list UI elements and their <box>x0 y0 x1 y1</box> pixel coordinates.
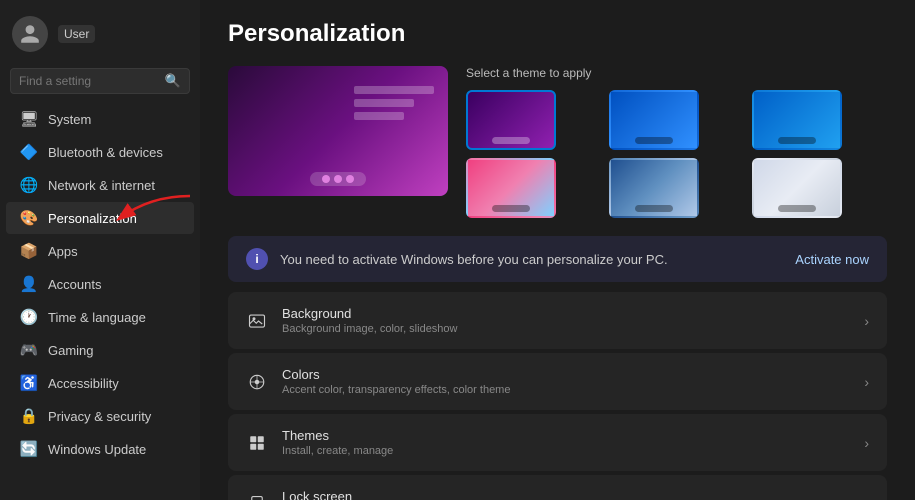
theme-taskbar-6 <box>778 205 816 212</box>
nav-icon-system: 🖥 <box>20 110 38 128</box>
activation-text: You need to activate Windows before you … <box>280 252 795 267</box>
sidebar-item-privacy[interactable]: 🔒 Privacy & security <box>6 400 194 432</box>
nav-label-update: Windows Update <box>48 442 146 457</box>
sidebar-item-bluetooth[interactable]: 🔷 Bluetooth & devices <box>6 136 194 168</box>
settings-sub-themes: Install, create, manage <box>282 445 850 457</box>
settings-item-background[interactable]: Background Background image, color, slid… <box>228 292 887 349</box>
sidebar-item-time[interactable]: 🕐 Time & language <box>6 301 194 333</box>
nav-label-accounts: Accounts <box>48 277 101 292</box>
preview-bar-2 <box>354 99 414 107</box>
theme-card-2[interactable] <box>609 90 699 150</box>
theme-card-5[interactable] <box>609 158 699 218</box>
nav-label-accessibility: Accessibility <box>48 376 119 391</box>
preview-bar-1 <box>354 86 434 94</box>
taskbar-dot-3 <box>346 175 354 183</box>
nav-label-time: Time & language <box>48 310 146 325</box>
settings-text-themes: Themes Install, create, manage <box>282 428 850 457</box>
chevron-icon-lockscreen: › <box>864 496 869 500</box>
activation-banner: i You need to activate Windows before yo… <box>228 236 887 282</box>
preview-bar-3 <box>354 112 404 120</box>
activate-now-link[interactable]: Activate now <box>795 252 869 267</box>
settings-icon-lockscreen <box>246 493 268 500</box>
nav-icon-privacy: 🔒 <box>20 407 38 425</box>
settings-item-themes[interactable]: Themes Install, create, manage › <box>228 414 887 471</box>
sidebar-item-accounts[interactable]: 👤 Accounts <box>6 268 194 300</box>
theme-grid-section: Select a theme to apply <box>466 66 887 218</box>
nav-icon-update: 🔄 <box>20 440 38 458</box>
theme-card-1[interactable] <box>466 90 556 150</box>
nav-label-system: System <box>48 112 91 127</box>
settings-item-colors[interactable]: Colors Accent color, transparency effect… <box>228 353 887 410</box>
sidebar-item-apps[interactable]: 📦 Apps <box>6 235 194 267</box>
theme-taskbar-1 <box>492 137 530 144</box>
nav-label-personalization: Personalization <box>48 211 137 226</box>
theme-grid <box>466 90 887 218</box>
theme-taskbar-4 <box>492 205 530 212</box>
sidebar-item-network[interactable]: 🌐 Network & internet <box>6 169 194 201</box>
nav-icon-bluetooth: 🔷 <box>20 143 38 161</box>
nav-icon-apps: 📦 <box>20 242 38 260</box>
main-content: Personalization Select a theme to apply <box>200 0 915 500</box>
preview-screen <box>354 86 434 120</box>
settings-sub-colors: Accent color, transparency effects, colo… <box>282 384 850 396</box>
nav-label-network: Network & internet <box>48 178 155 193</box>
user-icon <box>19 23 41 45</box>
theme-section: Select a theme to apply <box>228 66 887 218</box>
sidebar-item-system[interactable]: 🖥 System <box>6 103 194 135</box>
settings-text-lockscreen: Lock screen Lock screen images, apps, an… <box>282 489 850 500</box>
settings-title-background: Background <box>282 306 850 321</box>
settings-icon-themes <box>246 432 268 454</box>
theme-card-4[interactable] <box>466 158 556 218</box>
theme-taskbar-3 <box>778 137 816 144</box>
settings-title-lockscreen: Lock screen <box>282 489 850 500</box>
theme-taskbar-5 <box>635 205 673 212</box>
sidebar-item-gaming[interactable]: 🎮 Gaming <box>6 334 194 366</box>
theme-taskbar-2 <box>635 137 673 144</box>
theme-preview <box>228 66 448 196</box>
theme-grid-label: Select a theme to apply <box>466 66 887 80</box>
nav-icon-accessibility: ♿ <box>20 374 38 392</box>
avatar <box>12 16 48 52</box>
nav-icon-personalization: 🎨 <box>20 209 38 227</box>
theme-card-3[interactable] <box>752 90 842 150</box>
chevron-icon-colors: › <box>864 374 869 390</box>
chevron-icon-background: › <box>864 313 869 329</box>
nav-icon-network: 🌐 <box>20 176 38 194</box>
nav-list: 🖥 System 🔷 Bluetooth & devices 🌐 Network… <box>0 102 200 466</box>
settings-list: Background Background image, color, slid… <box>228 292 887 500</box>
sidebar-item-accessibility[interactable]: ♿ Accessibility <box>6 367 194 399</box>
nav-label-gaming: Gaming <box>48 343 94 358</box>
user-section: User <box>0 8 200 64</box>
nav-label-privacy: Privacy & security <box>48 409 151 424</box>
search-icon: 🔍 <box>165 73 181 89</box>
activation-icon: i <box>246 248 268 270</box>
search-box[interactable]: 🔍 <box>10 68 190 94</box>
nav-icon-accounts: 👤 <box>20 275 38 293</box>
settings-icon-background <box>246 310 268 332</box>
settings-title-themes: Themes <box>282 428 850 443</box>
taskbar-dot-2 <box>334 175 342 183</box>
settings-item-lockscreen[interactable]: Lock screen Lock screen images, apps, an… <box>228 475 887 500</box>
nav-icon-gaming: 🎮 <box>20 341 38 359</box>
theme-card-6[interactable] <box>752 158 842 218</box>
settings-sub-background: Background image, color, slideshow <box>282 323 850 335</box>
chevron-icon-themes: › <box>864 435 869 451</box>
nav-icon-time: 🕐 <box>20 308 38 326</box>
page-title: Personalization <box>228 20 887 48</box>
settings-text-background: Background Background image, color, slid… <box>282 306 850 335</box>
nav-label-apps: Apps <box>48 244 78 259</box>
settings-icon-colors <box>246 371 268 393</box>
username-label: User <box>58 25 95 43</box>
sidebar: User 🔍 🖥 System 🔷 Bluetooth & devices 🌐 … <box>0 0 200 500</box>
taskbar-dot-1 <box>322 175 330 183</box>
sidebar-item-update[interactable]: 🔄 Windows Update <box>6 433 194 465</box>
settings-title-colors: Colors <box>282 367 850 382</box>
sidebar-item-personalization[interactable]: 🎨 Personalization <box>6 202 194 234</box>
nav-label-bluetooth: Bluetooth & devices <box>48 145 163 160</box>
preview-taskbar <box>310 172 366 186</box>
search-input[interactable] <box>19 74 159 88</box>
settings-text-colors: Colors Accent color, transparency effect… <box>282 367 850 396</box>
